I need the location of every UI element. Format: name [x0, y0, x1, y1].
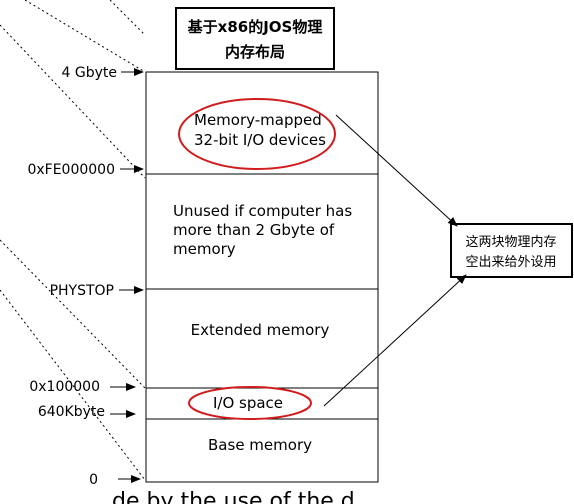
- bottom-caption-fragment: de by the use of the d: [112, 489, 355, 504]
- base-memory-label: Base memory: [208, 436, 312, 454]
- unused-region-label-line3: memory: [173, 240, 236, 258]
- mmio-region-label-line1: Memory-mapped: [194, 111, 322, 129]
- note-line-1: 这两块物理内存: [465, 234, 556, 250]
- addr-label-640kbyte: 640Kbyte: [38, 404, 105, 420]
- title-line-1: 基于x86的JOS物理: [187, 18, 323, 36]
- addr-label-phystop: PHYSTOP: [50, 283, 114, 299]
- addr-label-zero: 0: [89, 472, 98, 488]
- io-space-label: I/O space: [213, 394, 283, 412]
- memory-layout-diagram: 基于x86的JOS物理 内存布局 Memory-mapped 32-bit I/…: [0, 0, 573, 504]
- note-line-2: 空出来给外设用: [465, 255, 556, 270]
- extended-memory-label: Extended memory: [191, 321, 330, 339]
- unused-region-label-line1: Unused if computer has: [173, 202, 352, 220]
- mmio-region-label-line2: 32-bit I/O devices: [194, 131, 326, 149]
- addr-label-0x100000: 0x100000: [29, 379, 100, 395]
- addr-label-0xfe000000: 0xFE000000: [27, 162, 115, 178]
- addr-label-4gbyte: 4 Gbyte: [62, 65, 117, 81]
- unused-region-label-line2: more than 2 Gbyte of: [173, 221, 335, 239]
- title-line-2: 内存布局: [225, 43, 285, 61]
